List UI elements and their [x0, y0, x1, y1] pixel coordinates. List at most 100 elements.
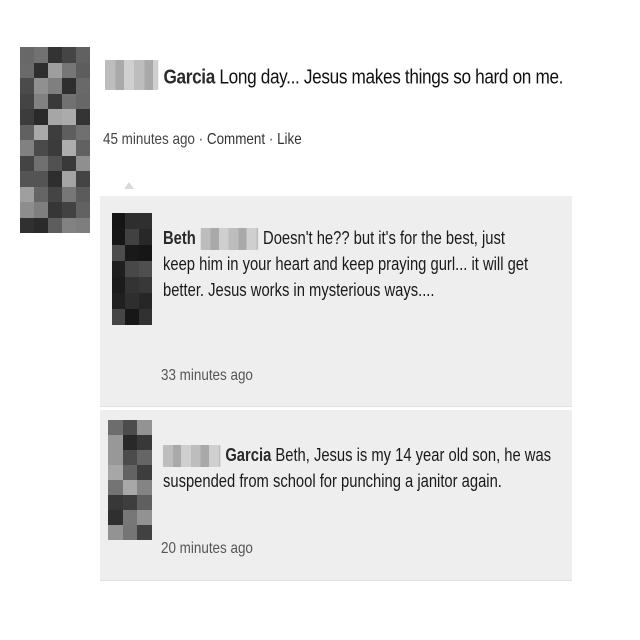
- avatar-pixel: [138, 293, 152, 309]
- avatar-pixel: [62, 140, 76, 156]
- avatar-pixel: [112, 229, 126, 245]
- avatar-pixel: [62, 78, 76, 94]
- avatar-pixel: [125, 261, 139, 277]
- comment-line: better. Jesus works in mysterious ways..…: [163, 280, 435, 300]
- comment-body: Garcia Beth, Jesus is my 14 year old son…: [163, 442, 551, 494]
- avatar-pixel: [48, 171, 62, 187]
- comment-line: suspended from school for punching a jan…: [163, 471, 502, 491]
- post-timestamp[interactable]: 45 minutes ago: [103, 131, 195, 148]
- avatar-pixel: [76, 47, 90, 63]
- avatar-pixel: [34, 47, 48, 63]
- avatar-pixel: [108, 525, 123, 540]
- avatar-pixel: [138, 261, 152, 277]
- avatar-pixel: [48, 155, 62, 171]
- avatar-pixel: [125, 245, 139, 261]
- comment-timestamp[interactable]: 33 minutes ago: [161, 367, 253, 385]
- avatar-pixel: [137, 480, 152, 495]
- avatar-pixel: [20, 78, 34, 94]
- avatar-pixel: [20, 124, 34, 140]
- avatar-pixel: [108, 510, 123, 525]
- blurred-name: [163, 445, 221, 468]
- avatar-pixel: [122, 420, 138, 435]
- post-meta: 45 minutes ago · Comment · Like: [103, 131, 302, 149]
- poster-avatar[interactable]: [20, 47, 90, 233]
- avatar-pixel: [62, 93, 76, 109]
- avatar-pixel: [34, 186, 48, 202]
- meta-separator: ·: [268, 131, 274, 148]
- avatar-pixel: [138, 309, 152, 325]
- avatar-pixel: [20, 140, 34, 156]
- avatar-pixel: [138, 245, 152, 261]
- avatar-pixel: [20, 47, 34, 63]
- avatar-pixel: [62, 186, 76, 202]
- avatar-pixel: [34, 171, 48, 187]
- avatar-pixel: [122, 480, 138, 495]
- avatar-pixel: [125, 277, 139, 293]
- avatar-pixel: [138, 277, 152, 293]
- avatar-pixel: [62, 109, 76, 125]
- comment-text: Beth, Jesus is my 14 year old son, he wa…: [275, 445, 552, 465]
- avatar-pixel: [112, 293, 126, 309]
- avatar-pixel: [48, 124, 62, 140]
- avatar-pixel: [137, 435, 152, 450]
- avatar-pixel: [137, 450, 152, 465]
- comment-author-name[interactable]: Beth: [163, 228, 196, 248]
- avatar-pixel: [125, 229, 139, 245]
- avatar-pixel: [122, 465, 138, 480]
- like-link[interactable]: Like: [277, 131, 302, 148]
- avatar-pixel: [76, 124, 90, 140]
- avatar-pixel: [112, 245, 126, 261]
- post-author-name[interactable]: Garcia: [163, 66, 215, 88]
- comment-body: Beth Doesn't he?? but it's for the best, …: [163, 225, 528, 303]
- avatar-pixel: [137, 465, 152, 480]
- avatar-pixel: [76, 62, 90, 78]
- avatar-pixel: [76, 186, 90, 202]
- blurred-name: [105, 60, 159, 90]
- avatar-pixel: [125, 309, 139, 325]
- avatar-pixel: [76, 155, 90, 171]
- avatar-pixel: [20, 62, 34, 78]
- avatar-pixel: [108, 465, 123, 480]
- comment-line: Beth Doesn't he?? but it's for the best, …: [163, 225, 528, 251]
- commenter-avatar[interactable]: [108, 420, 152, 540]
- avatar-pixel: [76, 140, 90, 156]
- avatar-pixel: [48, 140, 62, 156]
- avatar-pixel: [108, 450, 123, 465]
- meta-separator: ·: [198, 131, 204, 148]
- avatar-pixel: [112, 261, 126, 277]
- avatar-pixel: [76, 93, 90, 109]
- avatar-pixel: [76, 171, 90, 187]
- avatar-pixel: [125, 213, 139, 229]
- avatar-pixel: [62, 62, 76, 78]
- avatar-pixel: [76, 217, 90, 233]
- avatar-pixel: [20, 155, 34, 171]
- avatar-pixel: [34, 78, 48, 94]
- avatar-pixel: [137, 420, 152, 435]
- avatar-pixel: [112, 277, 126, 293]
- comment-author-name[interactable]: Garcia: [225, 445, 271, 465]
- comment-line: Garcia Beth, Jesus is my 14 year old son…: [163, 442, 551, 468]
- facebook-post-thread: Garcia Long day... Jesus makes things so…: [0, 0, 640, 640]
- avatar-pixel: [138, 229, 152, 245]
- avatar-pixel: [122, 525, 138, 540]
- comment-link[interactable]: Comment: [207, 131, 265, 148]
- avatar-pixel: [62, 124, 76, 140]
- avatar-pixel: [34, 155, 48, 171]
- comments-caret: [124, 182, 134, 189]
- avatar-pixel: [48, 186, 62, 202]
- avatar-pixel: [137, 495, 152, 510]
- avatar-pixel: [48, 202, 62, 218]
- avatar-pixel: [108, 420, 123, 435]
- avatar-pixel: [76, 78, 90, 94]
- avatar-pixel: [48, 93, 62, 109]
- avatar-pixel: [112, 309, 126, 325]
- comment-text: Doesn't he?? but it's for the best, just: [263, 228, 505, 248]
- comment-timestamp[interactable]: 20 minutes ago: [161, 540, 253, 558]
- avatar-pixel: [122, 435, 138, 450]
- commenter-avatar[interactable]: [112, 213, 152, 325]
- avatar-pixel: [20, 109, 34, 125]
- avatar-pixel: [20, 217, 34, 233]
- avatar-pixel: [137, 510, 152, 525]
- avatar-pixel: [62, 155, 76, 171]
- post-header: Garcia Long day... Jesus makes things so…: [105, 60, 563, 90]
